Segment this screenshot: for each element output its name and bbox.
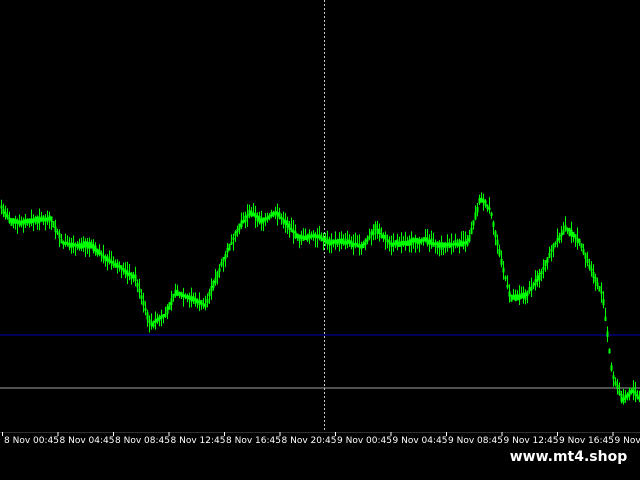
time-axis-label: 8 Nov 00:45 xyxy=(4,436,59,446)
time-axis-label: 8 Nov 12:45 xyxy=(171,436,226,446)
watermark: www.mt4.shop xyxy=(497,444,640,470)
level-lines xyxy=(0,334,640,389)
chart-window[interactable]: 8 Nov 00:45 8 Nov 04:45 8 Nov 08:45 8 Nov 1… xyxy=(0,0,640,480)
time-axis-label: 9 Nov 00:45 xyxy=(337,436,392,446)
price-chart[interactable]: 8 Nov 00:45 8 Nov 04:45 8 Nov 08:45 8 Nov 1… xyxy=(0,0,640,480)
time-axis-label: 9 Nov 04:45 xyxy=(393,436,448,446)
time-axis-label: 8 Nov 08:45 xyxy=(115,436,170,446)
time-axis-label: 8 Nov 16:45 xyxy=(226,436,281,446)
time-axis-label: 8 Nov 20:45 xyxy=(282,436,337,446)
price-candles xyxy=(0,192,640,405)
time-axis-label: 9 Nov 08:45 xyxy=(448,436,503,446)
time-axis-label: 8 Nov 04:45 xyxy=(60,436,115,446)
